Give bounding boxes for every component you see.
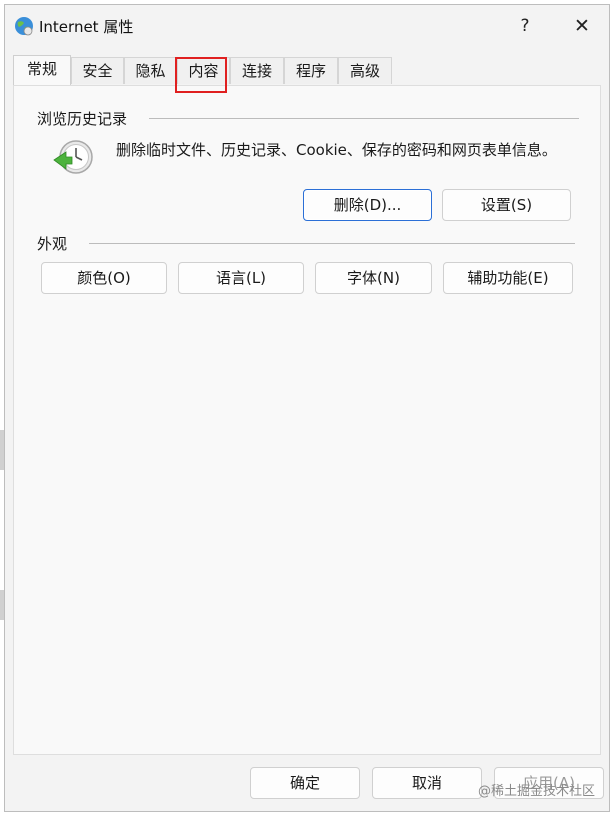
tab-connections[interactable]: 连接	[230, 57, 284, 84]
help-button[interactable]: ?	[510, 13, 540, 39]
group-divider	[89, 243, 575, 244]
tab-security[interactable]: 安全	[71, 57, 124, 84]
tab-highlight-box	[175, 57, 227, 93]
globe-icon	[15, 17, 33, 36]
history-clock-icon	[53, 140, 93, 174]
browsing-history-description: 删除临时文件、历史记录、Cookie、保存的密码和网页表单信息。	[116, 141, 557, 159]
fonts-button[interactable]: 字体(N)	[315, 262, 432, 294]
tab-general[interactable]: 常规	[13, 55, 71, 85]
internet-options-dialog: Internet 属性 ? ✕ 常规 安全 隐私 内容 连接 程序 高级 浏览历…	[4, 4, 610, 812]
window-title: Internet 属性	[39, 18, 134, 36]
watermark: @稀土掘金技术社区	[478, 784, 596, 799]
colors-button[interactable]: 颜色(O)	[41, 262, 167, 294]
group-divider	[149, 118, 579, 119]
ok-button[interactable]: 确定	[250, 767, 360, 799]
accessibility-button[interactable]: 辅助功能(E)	[443, 262, 573, 294]
appearance-group-label: 外观	[37, 235, 68, 253]
cancel-button[interactable]: 取消	[372, 767, 482, 799]
browsing-history-group-label: 浏览历史记录	[37, 110, 128, 128]
close-button[interactable]: ✕	[567, 13, 597, 39]
general-tab-panel: 浏览历史记录 删除临时文件、历史记录、Cookie、保存的密码和网页表单信息。 …	[13, 85, 601, 755]
tab-privacy[interactable]: 隐私	[124, 57, 177, 84]
delete-history-button[interactable]: 删除(D)...	[303, 189, 432, 221]
tab-advanced[interactable]: 高级	[338, 57, 392, 84]
tab-programs[interactable]: 程序	[284, 57, 338, 84]
languages-button[interactable]: 语言(L)	[178, 262, 304, 294]
history-settings-button[interactable]: 设置(S)	[442, 189, 571, 221]
title-bar[interactable]: Internet 属性 ? ✕	[5, 5, 609, 47]
